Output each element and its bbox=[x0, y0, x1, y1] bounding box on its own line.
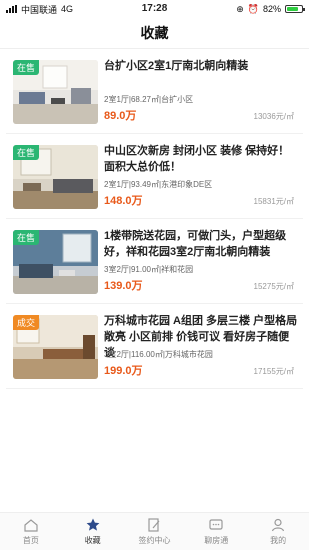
tab-chat[interactable]: 聊房通 bbox=[185, 513, 247, 550]
listing-photo: 成交 bbox=[13, 315, 98, 379]
listing-photo: 在售 bbox=[13, 230, 98, 294]
tab-contract-center[interactable]: 签约中心 bbox=[124, 513, 186, 550]
home-icon bbox=[23, 517, 39, 533]
network-label: 4G bbox=[61, 4, 74, 14]
listing-unit-price: 17155元/㎡ bbox=[253, 367, 294, 376]
listing-photo: 在售 bbox=[13, 145, 98, 209]
chat-icon bbox=[208, 517, 224, 533]
tab-label: 签约中心 bbox=[138, 536, 171, 545]
listing-item[interactable]: 在售 1楼带院送花园，可做门头，户型超级好，祥和花园3室2厅南北朝向精装 3室2… bbox=[6, 219, 303, 304]
listing-price: 139.0万 bbox=[104, 280, 143, 292]
page-title: 收藏 bbox=[140, 25, 169, 41]
listing-photo: 在售 bbox=[13, 60, 98, 124]
listing-meta: 3室2厅|116.00㎡|万科城市花园 bbox=[104, 350, 213, 359]
location-icon: ⊕ bbox=[236, 3, 244, 14]
listing-item[interactable]: 在售 台扩小区2室1厅南北朝向精装 2室1厅|68.27㎡|台扩小区 89.0万… bbox=[6, 49, 303, 134]
status-bar: 中国联通 4G ⊕ ⏰ 82% bbox=[0, 0, 309, 18]
listing-title: 1楼带院送花园，可做门头，户型超级好，祥和花园3室2厅南北朝向精装 bbox=[104, 230, 287, 258]
contract-icon bbox=[146, 517, 162, 533]
battery-label: 82% bbox=[262, 4, 281, 14]
star-icon bbox=[85, 517, 101, 533]
listing-price: 148.0万 bbox=[104, 195, 143, 207]
listing-title: 万科城市花园 A组团 多层三楼 户型格局敞亮 小区前排 价钱可议 看好房子随便谈 bbox=[104, 315, 298, 359]
status-badge: 成交 bbox=[13, 315, 40, 330]
listing-item[interactable]: 成交 万科城市花园 A组团 多层三楼 户型格局敞亮 小区前排 价钱可议 看好房子… bbox=[6, 304, 303, 389]
signal-icon bbox=[6, 5, 17, 13]
listing-title: 台扩小区2室1厅南北朝向精装 bbox=[104, 60, 249, 72]
tab-bar: 首页 收藏 签约中心 聊房通 我的 bbox=[0, 512, 309, 550]
listing-meta: 2室1厅|68.27㎡|台扩小区 bbox=[104, 95, 194, 104]
listing-price: 199.0万 bbox=[104, 365, 143, 377]
listing-price: 89.0万 bbox=[104, 110, 137, 122]
listing-unit-price: 15831元/㎡ bbox=[253, 197, 294, 206]
listing-meta: 2室1厅|93.49㎡|东港印象DE区 bbox=[104, 180, 213, 189]
header: 收藏 bbox=[0, 18, 309, 48]
carrier-label: 中国联通 bbox=[21, 4, 58, 15]
listing-title: 中山区次新房 封闭小区 装修 保持好！面积大总价低！ bbox=[104, 145, 290, 173]
tab-label: 聊房通 bbox=[204, 536, 229, 545]
tab-profile[interactable]: 我的 bbox=[247, 513, 309, 550]
listing-unit-price: 15275元/㎡ bbox=[253, 282, 294, 291]
listing-item[interactable]: 在售 中山区次新房 封闭小区 装修 保持好！面积大总价低！ 2室1厅|93.49… bbox=[6, 134, 303, 219]
favorites-list: 在售 台扩小区2室1厅南北朝向精装 2室1厅|68.27㎡|台扩小区 89.0万… bbox=[0, 49, 309, 389]
battery-icon bbox=[285, 5, 305, 13]
status-badge: 在售 bbox=[13, 60, 40, 75]
listing-meta: 3室2厅|91.00㎡|祥和花园 bbox=[104, 265, 194, 274]
status-badge: 在售 bbox=[13, 145, 40, 160]
tab-label: 首页 bbox=[22, 536, 39, 545]
tab-home[interactable]: 首页 bbox=[0, 513, 62, 550]
user-icon bbox=[270, 517, 286, 533]
status-badge: 在售 bbox=[13, 230, 40, 245]
tab-label: 我的 bbox=[270, 536, 287, 545]
alarm-icon: ⏰ bbox=[247, 3, 259, 14]
listing-unit-price: 13036元/㎡ bbox=[253, 112, 294, 121]
tab-label: 收藏 bbox=[84, 536, 101, 545]
tab-favorites[interactable]: 收藏 bbox=[62, 513, 124, 550]
